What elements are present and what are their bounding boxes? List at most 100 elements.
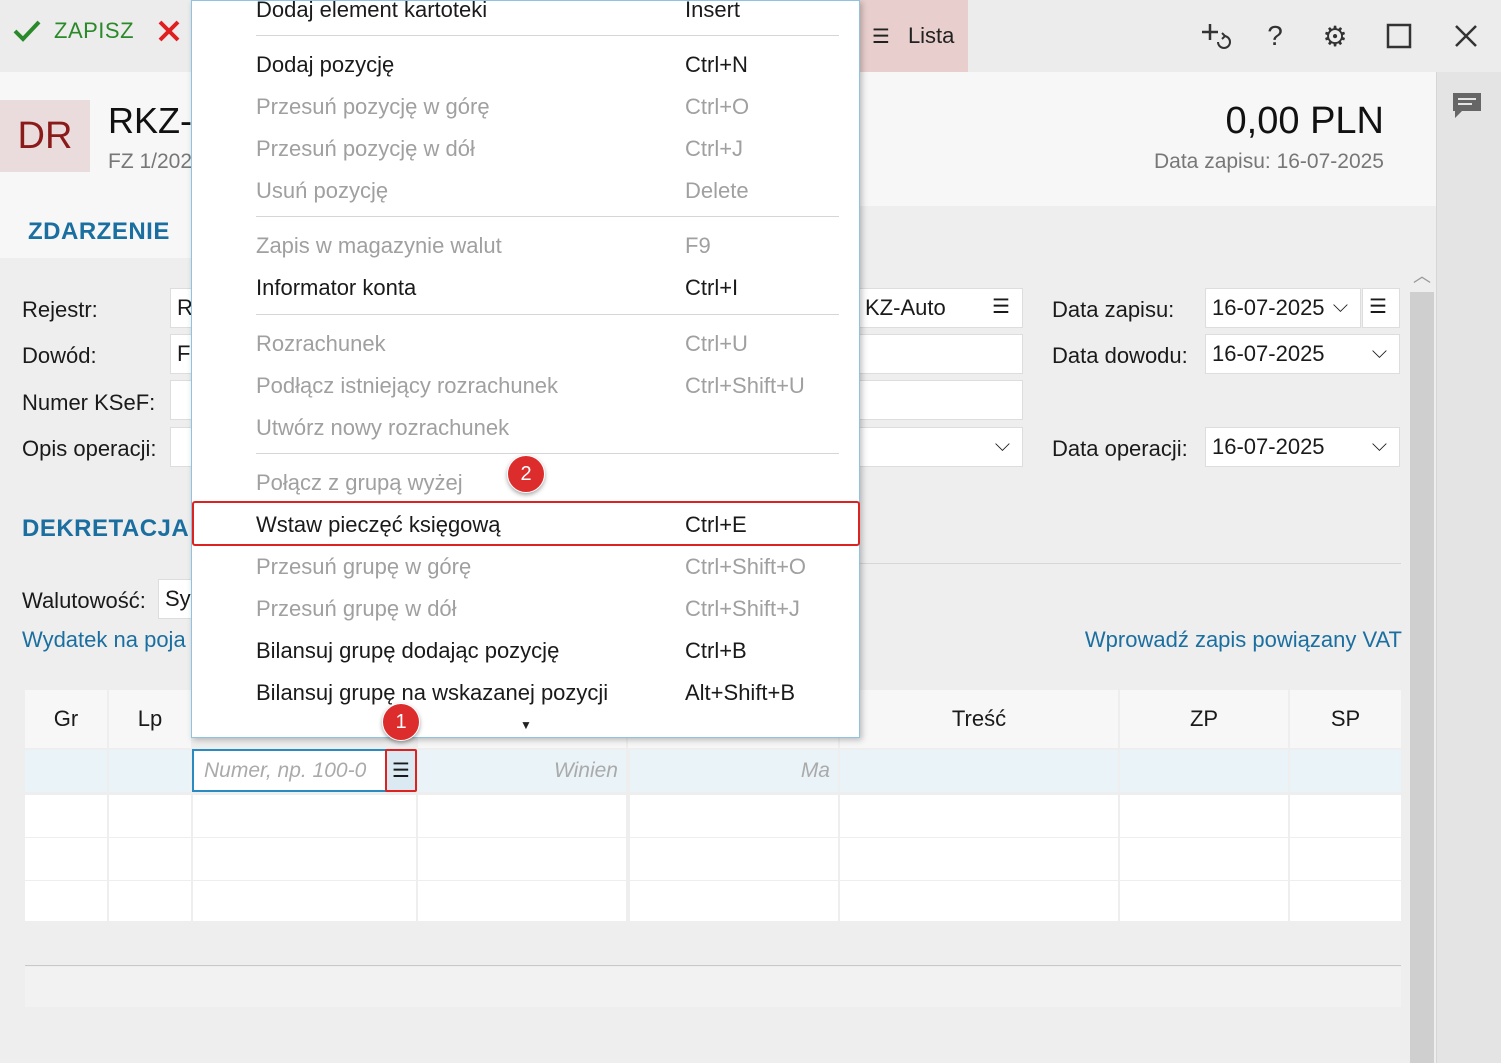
table-cell[interactable] bbox=[193, 881, 416, 921]
table-cell[interactable] bbox=[109, 750, 191, 792]
chevron-down-icon[interactable]: ⌵ bbox=[1372, 341, 1387, 364]
table-cell[interactable] bbox=[25, 750, 107, 792]
table-cell[interactable] bbox=[25, 795, 107, 837]
chevron-down-icon[interactable]: ⌵ bbox=[1372, 434, 1387, 457]
table-cell[interactable] bbox=[1290, 881, 1401, 921]
menu-item-shortcut: Alt+Shift+B bbox=[685, 680, 796, 705]
save-button[interactable]: ZAPISZ bbox=[12, 18, 134, 44]
data-operacji-value: 16-07-2025 bbox=[1212, 434, 1325, 459]
table-cell[interactable] bbox=[193, 795, 416, 837]
menu-item-informator-konta[interactable]: Informator konta Ctrl+I bbox=[256, 275, 846, 307]
menu-item-shortcut: Ctrl+U bbox=[685, 331, 748, 356]
table-cell[interactable] bbox=[840, 838, 1118, 880]
vat-link[interactable]: Wprowadź zapis powiązany VAT bbox=[1085, 627, 1402, 653]
table-cell[interactable] bbox=[1120, 881, 1288, 921]
hamburger-icon[interactable]: ☰ bbox=[992, 294, 1010, 319]
table-cell[interactable] bbox=[418, 795, 626, 837]
scrollbar[interactable] bbox=[1410, 292, 1434, 1063]
lista-button[interactable]: ☰ Lista bbox=[858, 0, 968, 72]
walutowosc-label: Walutowość: bbox=[22, 588, 146, 613]
table-cell[interactable] bbox=[1120, 838, 1288, 880]
table-cell[interactable] bbox=[1290, 795, 1401, 837]
col-header-gr[interactable]: Gr bbox=[25, 690, 107, 748]
col-header-tresc[interactable]: Treść bbox=[840, 690, 1118, 748]
scroll-up-icon[interactable]: ︿ bbox=[1410, 262, 1434, 290]
table-cell[interactable] bbox=[1120, 795, 1288, 837]
menu-item-label: Przesuń grupę w dół bbox=[256, 596, 457, 621]
data-zapisu-field[interactable]: 16-07-2025 ⌵ bbox=[1205, 288, 1361, 328]
menu-item-polacz-z-grupa[interactable]: Połącz z grupą wyżej bbox=[256, 470, 846, 502]
comment-icon[interactable] bbox=[1450, 90, 1484, 125]
menu-item-dodaj-pozycje[interactable]: Dodaj pozycję Ctrl+N bbox=[256, 52, 846, 84]
table-cell[interactable] bbox=[109, 838, 191, 880]
table-cell[interactable] bbox=[1120, 750, 1288, 792]
menu-separator bbox=[256, 314, 839, 315]
menu-item-label: Przesuń pozycję w dół bbox=[256, 136, 475, 161]
ksef-label: Numer KSeF: bbox=[22, 390, 156, 415]
table-cell[interactable] bbox=[418, 881, 626, 921]
table-cell[interactable] bbox=[25, 881, 107, 921]
table-cell[interactable] bbox=[630, 881, 838, 921]
table-cell[interactable] bbox=[109, 881, 191, 921]
table-cell[interactable] bbox=[1290, 838, 1401, 880]
menu-item-rozrachunek[interactable]: Rozrachunek Ctrl+U bbox=[256, 331, 846, 363]
data-dowodu-field[interactable]: 16-07-2025 ⌵ bbox=[1205, 334, 1400, 374]
menu-item-przesun-grupe-w-dol[interactable]: Przesuń grupę w dół Ctrl+Shift+J bbox=[256, 596, 846, 628]
col-header-lp[interactable]: Lp bbox=[109, 690, 191, 748]
data-operacji-label: Data operacji: bbox=[1052, 436, 1188, 461]
menu-item-bilansuj-na-pozycji[interactable]: Bilansuj grupę na wskazanej pozycji Alt+S… bbox=[256, 680, 846, 712]
konto-input[interactable]: Numer, np. 100-0 bbox=[192, 749, 388, 792]
wydatek-link[interactable]: Wydatek na poja bbox=[22, 627, 186, 653]
help-icon[interactable]: ? bbox=[1257, 18, 1293, 54]
rejestr-detail-field[interactable]: KZ-Auto ☰ bbox=[858, 288, 1023, 328]
walutowosc-field[interactable]: Sys bbox=[158, 579, 202, 619]
menu-item-przesun-pozycje-w-dol[interactable]: Przesuń pozycję w dół Ctrl+J bbox=[256, 136, 846, 168]
menu-item-dodaj-element[interactable]: Dodaj element kartoteki Insert bbox=[256, 0, 846, 29]
dowod-detail-field[interactable] bbox=[858, 334, 1023, 374]
ksef-detail-field[interactable] bbox=[858, 380, 1023, 420]
tab-zdarzenie[interactable]: ZDARZENIE bbox=[0, 206, 192, 258]
menu-item-label: Bilansuj grupę na wskazanej pozycji bbox=[256, 680, 609, 705]
table-body bbox=[25, 795, 1401, 921]
menu-item-usun-pozycje[interactable]: Usuń pozycję Delete bbox=[256, 178, 846, 210]
menu-item-shortcut: Ctrl+O bbox=[685, 94, 750, 119]
menu-item-utworz-rozrachunek[interactable]: Utwórz nowy rozrachunek bbox=[256, 415, 846, 447]
dowod-label: Dowód: bbox=[22, 343, 97, 368]
menu-item-shortcut: F9 bbox=[685, 233, 711, 258]
table-cell[interactable] bbox=[840, 881, 1118, 921]
settings-icon[interactable]: ⚙ bbox=[1317, 18, 1353, 54]
table-cell[interactable] bbox=[25, 838, 107, 880]
col-header-zp[interactable]: ZP bbox=[1120, 690, 1288, 748]
menu-item-przesun-grupe-w-gore[interactable]: Przesuń grupę w górę Ctrl+Shift+O bbox=[256, 554, 846, 586]
add-related-icon[interactable] bbox=[1198, 18, 1234, 54]
menu-item-label: Połącz z grupą wyżej bbox=[256, 470, 463, 495]
table-cell[interactable] bbox=[840, 750, 1118, 792]
data-operacji-field[interactable]: 16-07-2025 ⌵ bbox=[1205, 427, 1400, 467]
document-date: Data zapisu: 16-07-2025 bbox=[1154, 150, 1384, 173]
lista-label: Lista bbox=[907, 23, 955, 48]
ma-input[interactable]: Ma bbox=[630, 750, 838, 792]
data-zapisu-label: Data zapisu: bbox=[1052, 297, 1175, 322]
table-cell[interactable] bbox=[630, 838, 838, 880]
table-cell[interactable] bbox=[193, 838, 416, 880]
table-cell[interactable] bbox=[1290, 750, 1401, 792]
menu-scroll-down-icon[interactable]: ▼ bbox=[520, 718, 532, 732]
menu-item-podlacz-rozrachunek[interactable]: Podłącz istniejący rozrachunek Ctrl+Shift… bbox=[256, 373, 846, 405]
table-cell[interactable] bbox=[630, 795, 838, 837]
hamburger-icon: ☰ bbox=[392, 760, 410, 782]
data-zapisu-menu[interactable]: ☰ bbox=[1362, 288, 1400, 328]
konto-menu-button[interactable]: ☰ bbox=[385, 749, 417, 792]
winien-input[interactable]: Winien bbox=[418, 750, 626, 792]
opis-dropdown[interactable]: ⌵ bbox=[858, 427, 1023, 467]
menu-item-przesun-pozycje-w-gore[interactable]: Przesuń pozycję w górę Ctrl+O bbox=[256, 94, 846, 126]
table-cell[interactable] bbox=[418, 838, 626, 880]
table-cell[interactable] bbox=[109, 795, 191, 837]
table-cell[interactable] bbox=[840, 795, 1118, 837]
maximize-icon[interactable] bbox=[1381, 18, 1417, 54]
cancel-button[interactable] bbox=[156, 18, 182, 44]
menu-item-bilansuj-dodajac[interactable]: Bilansuj grupę dodając pozycję Ctrl+B bbox=[256, 638, 846, 670]
chevron-down-icon[interactable]: ⌵ bbox=[1333, 295, 1348, 318]
menu-item-zapis-w-magazynie-walut[interactable]: Zapis w magazynie walut F9 bbox=[256, 233, 846, 265]
col-header-sp[interactable]: SP bbox=[1290, 690, 1401, 748]
close-icon[interactable] bbox=[1448, 18, 1484, 54]
